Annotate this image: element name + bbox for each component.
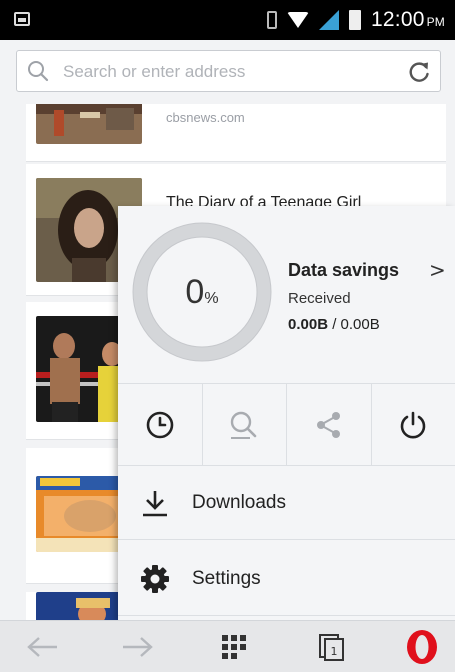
- search-icon: [28, 61, 49, 82]
- clock-time: 12:00: [371, 8, 425, 31]
- download-icon: [143, 490, 167, 516]
- signal-icon: [319, 10, 340, 30]
- status-bar: 12:00 PM: [0, 0, 455, 40]
- opera-menu-panel: 0% Data savings > Received 0.00B / 0.00B: [118, 206, 455, 620]
- received-amount: 0.00B / 0.00B: [288, 316, 380, 333]
- data-savings-title: Data savings: [288, 260, 400, 280]
- news-card[interactable]: cbsnews.com: [26, 104, 446, 162]
- news-source: cbsnews.com: [166, 110, 245, 125]
- bottom-toolbar: 1: [0, 620, 455, 672]
- card-text: cbsnews.com: [166, 110, 245, 125]
- clock: 12:00 PM: [371, 8, 445, 32]
- history-button[interactable]: [118, 384, 203, 465]
- share-button[interactable]: [287, 384, 372, 465]
- quick-actions-row: [118, 384, 455, 466]
- data-savings-section[interactable]: 0% Data savings > Received 0.00B / 0.00B: [118, 206, 455, 384]
- tabs-icon: 1: [319, 634, 344, 661]
- wifi-icon: [287, 12, 310, 28]
- back-button[interactable]: [22, 629, 62, 665]
- data-savings-percent: 0%: [132, 222, 272, 362]
- total-value: 0.00B: [340, 316, 380, 333]
- forward-button[interactable]: [118, 629, 158, 665]
- received-value: 0.00B: [288, 316, 329, 333]
- chevron-right-icon[interactable]: >: [429, 258, 446, 282]
- news-image: [36, 104, 142, 144]
- news-thumbnail: [36, 104, 142, 144]
- menu-item-label: Settings: [192, 567, 261, 589]
- speed-dial-grid-icon: [222, 635, 246, 659]
- percent-symbol: %: [204, 290, 219, 307]
- forward-arrow-icon: [123, 637, 153, 657]
- address-bar[interactable]: Search or enter address: [16, 50, 441, 92]
- reload-icon[interactable]: [406, 59, 432, 85]
- menu-item-label: Downloads: [192, 491, 286, 513]
- address-bar-area: Search or enter address: [0, 40, 455, 104]
- history-icon: [146, 411, 174, 438]
- screen: 12:00 PM Search or enter address cbsnews…: [0, 0, 455, 672]
- tabs-count: 1: [331, 645, 338, 658]
- speed-dial-button[interactable]: [214, 629, 254, 665]
- address-placeholder: Search or enter address: [63, 62, 246, 81]
- opera-menu-button[interactable]: [400, 629, 444, 665]
- opera-menu-icon: [407, 630, 437, 664]
- percent-value: 0: [185, 272, 205, 311]
- gear-icon: [141, 564, 169, 593]
- share-icon: [316, 411, 340, 438]
- find-in-page-button[interactable]: [203, 384, 287, 465]
- clock-ampm: PM: [426, 15, 445, 29]
- menu-item-settings[interactable]: Settings: [118, 542, 455, 616]
- status-icons: 12:00 PM: [267, 8, 445, 32]
- exit-button[interactable]: [372, 384, 455, 465]
- menu-item-downloads[interactable]: Downloads: [118, 466, 455, 540]
- find-in-page-icon: [231, 411, 257, 439]
- battery-icon: [349, 10, 362, 30]
- notification-icon: [14, 12, 30, 26]
- vibrate-icon: [267, 11, 278, 29]
- amount-separator: /: [328, 316, 341, 333]
- tabs-button[interactable]: 1: [312, 629, 352, 665]
- back-arrow-icon: [27, 637, 57, 657]
- power-icon: [400, 411, 426, 438]
- received-label: Received: [288, 290, 351, 307]
